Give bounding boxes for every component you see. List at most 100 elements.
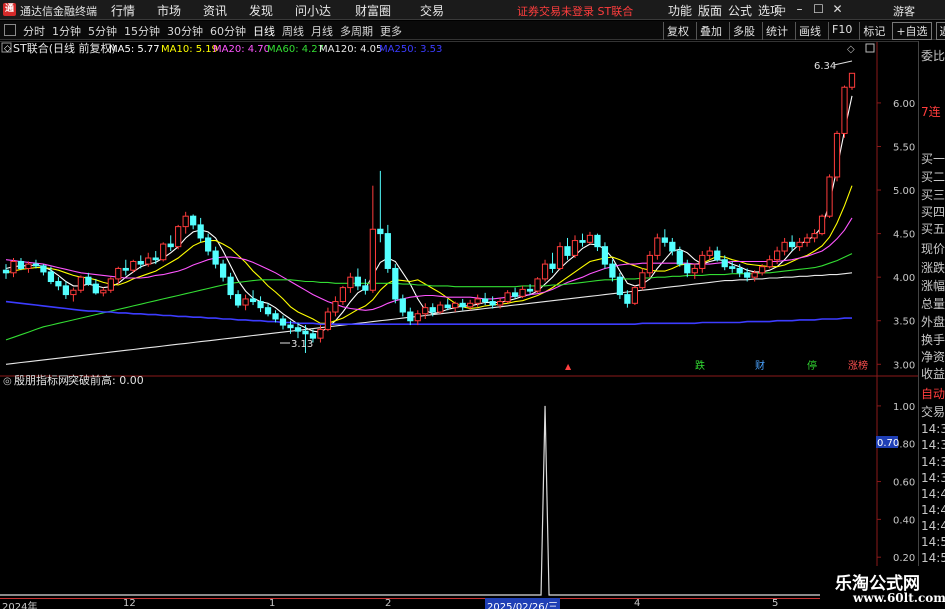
candle-body bbox=[294, 327, 302, 332]
indicator-tick-label: 0.40 bbox=[893, 515, 915, 526]
menu-item-ask[interactable]: 问小达 bbox=[295, 2, 355, 19]
close-icon[interactable]: ✕ bbox=[828, 2, 847, 16]
candle bbox=[62, 281, 70, 299]
panel-toggle-icon[interactable] bbox=[4, 24, 16, 36]
up-arrow-tag-icon[interactable]: ▲ bbox=[565, 362, 572, 371]
tab-period-more[interactable]: 更多 bbox=[378, 23, 404, 39]
candle-body bbox=[25, 263, 32, 269]
menu-item-quotes[interactable]: 行情 bbox=[111, 2, 157, 19]
menu-item-layout[interactable]: 版面 bbox=[695, 2, 725, 19]
side-panel-item: 14:39 bbox=[921, 471, 945, 485]
draw-line-button[interactable]: 画线 bbox=[795, 22, 824, 40]
candle bbox=[257, 296, 264, 313]
event-tag-top-list[interactable]: 涨榜 bbox=[848, 359, 868, 372]
tab-period-multi[interactable]: 多周期 bbox=[338, 23, 375, 39]
indicator-toggle-icon[interactable]: ◎ bbox=[3, 376, 12, 387]
candle-body bbox=[70, 289, 77, 296]
price-tick-label: 4.50 bbox=[893, 230, 915, 241]
candle bbox=[556, 242, 564, 271]
diamond-icon[interactable]: ◇ bbox=[847, 44, 855, 55]
menu-item-functions[interactable]: 功能 bbox=[665, 2, 695, 19]
restore-icon[interactable]: ▭ bbox=[771, 2, 790, 16]
candle-body bbox=[234, 294, 242, 306]
event-tag-halt[interactable]: 停 bbox=[807, 359, 817, 372]
guest-user[interactable]: 游客 bbox=[893, 3, 915, 19]
add-watchlist-button[interactable]: +自选 bbox=[892, 22, 932, 40]
candle bbox=[339, 285, 347, 306]
candle-body bbox=[264, 307, 272, 315]
maximize-icon[interactable]: ☐ bbox=[809, 2, 828, 16]
tab-period-tick[interactable]: 分时 bbox=[21, 23, 47, 39]
tab-period-monthly[interactable]: 月线 bbox=[309, 23, 335, 39]
tab-period-60min[interactable]: 60分钟 bbox=[208, 23, 248, 39]
candle-body bbox=[848, 72, 856, 88]
tab-period-1min[interactable]: 1分钟 bbox=[50, 23, 83, 39]
minimize-icon[interactable]: – bbox=[790, 2, 809, 16]
tab-period-daily[interactable]: 日线 bbox=[251, 23, 277, 39]
candle-body bbox=[564, 246, 571, 256]
statistics-button[interactable]: 统计 bbox=[762, 22, 791, 40]
app-title: 通达信金融终端 bbox=[20, 5, 97, 18]
event-tag-fall[interactable]: 跌 bbox=[695, 359, 705, 372]
price-tick-label: 3.00 bbox=[893, 360, 915, 371]
menu-item-formula[interactable]: 公式 bbox=[725, 2, 755, 19]
f10-button[interactable]: F10 bbox=[828, 22, 855, 40]
side-panel-item: 14:43 bbox=[921, 503, 945, 517]
menu-item-market[interactable]: 市场 bbox=[157, 2, 203, 19]
back-button[interactable]: 返回 bbox=[935, 22, 945, 40]
ma-line-ma5 bbox=[5, 95, 853, 333]
menu-item-discover[interactable]: 发现 bbox=[249, 2, 295, 19]
candle-body bbox=[212, 250, 219, 265]
candle bbox=[661, 229, 668, 247]
candle-body bbox=[145, 257, 152, 265]
price-tick-label: 3.50 bbox=[893, 317, 915, 328]
overlay-button[interactable]: 叠加 bbox=[696, 22, 725, 40]
candle-body bbox=[10, 260, 17, 274]
app-logo-icon: 通 bbox=[3, 3, 16, 16]
candle bbox=[594, 233, 601, 252]
candle-body bbox=[841, 86, 848, 134]
main-menu: 行情 市场 资讯 发现 问小达 财富圈 交易 bbox=[111, 2, 466, 19]
tab-period-weekly[interactable]: 周线 bbox=[280, 23, 306, 39]
indicator-tick-label: 0.20 bbox=[893, 553, 915, 564]
side-panel-item: 交易 bbox=[921, 405, 945, 419]
candle-body bbox=[190, 215, 197, 226]
menu-item-wealth[interactable]: 财富圈 bbox=[355, 2, 420, 19]
candle bbox=[841, 85, 848, 138]
menu-item-trade[interactable]: 交易 bbox=[420, 2, 466, 19]
ma-legend-item: MA60: 4.27 bbox=[267, 44, 324, 55]
candle-body bbox=[609, 263, 616, 278]
chart-area[interactable]: ◇ ST联合(日线 前复权) MA5: 5.77 MA10: 5.19MA20: … bbox=[0, 41, 918, 598]
multi-stock-button[interactable]: 多股 bbox=[729, 22, 758, 40]
mark-button[interactable]: 标记 bbox=[859, 22, 888, 40]
candle bbox=[70, 287, 77, 302]
candle-body bbox=[399, 298, 406, 313]
candle bbox=[399, 294, 406, 317]
time-axis: 2024年 12 1 2 2025/02/26/三 4 5 bbox=[0, 598, 918, 609]
window-square-icon[interactable] bbox=[865, 43, 875, 53]
cursor-date-label: 2025/02/26/三 bbox=[485, 598, 561, 609]
tab-period-5min[interactable]: 5分钟 bbox=[86, 23, 119, 39]
tab-period-15min[interactable]: 15分钟 bbox=[122, 23, 162, 39]
candle-body bbox=[227, 276, 234, 296]
candle bbox=[586, 231, 594, 245]
candle-body bbox=[62, 285, 70, 296]
side-panel-item: 买五 bbox=[921, 222, 945, 236]
adjust-button[interactable]: 复权 bbox=[663, 22, 692, 40]
title-bar: 通 通达信金融终端 行情 市场 资讯 发现 问小达 财富圈 交易 证券交易未登录… bbox=[0, 0, 945, 20]
candle-body bbox=[826, 176, 833, 217]
candle bbox=[369, 185, 376, 293]
candle bbox=[392, 264, 399, 304]
tab-period-30min[interactable]: 30分钟 bbox=[165, 23, 205, 39]
event-tag-finance[interactable]: 财 bbox=[755, 359, 765, 372]
candle bbox=[407, 307, 414, 326]
candle-body bbox=[55, 281, 62, 287]
candle bbox=[714, 246, 721, 262]
candle-body bbox=[459, 302, 466, 308]
candle bbox=[55, 277, 62, 291]
candle-body bbox=[669, 241, 676, 252]
time-label: 2024年 bbox=[2, 602, 38, 609]
candle bbox=[190, 214, 197, 230]
candle-body bbox=[639, 272, 646, 289]
menu-item-news[interactable]: 资讯 bbox=[203, 2, 249, 19]
